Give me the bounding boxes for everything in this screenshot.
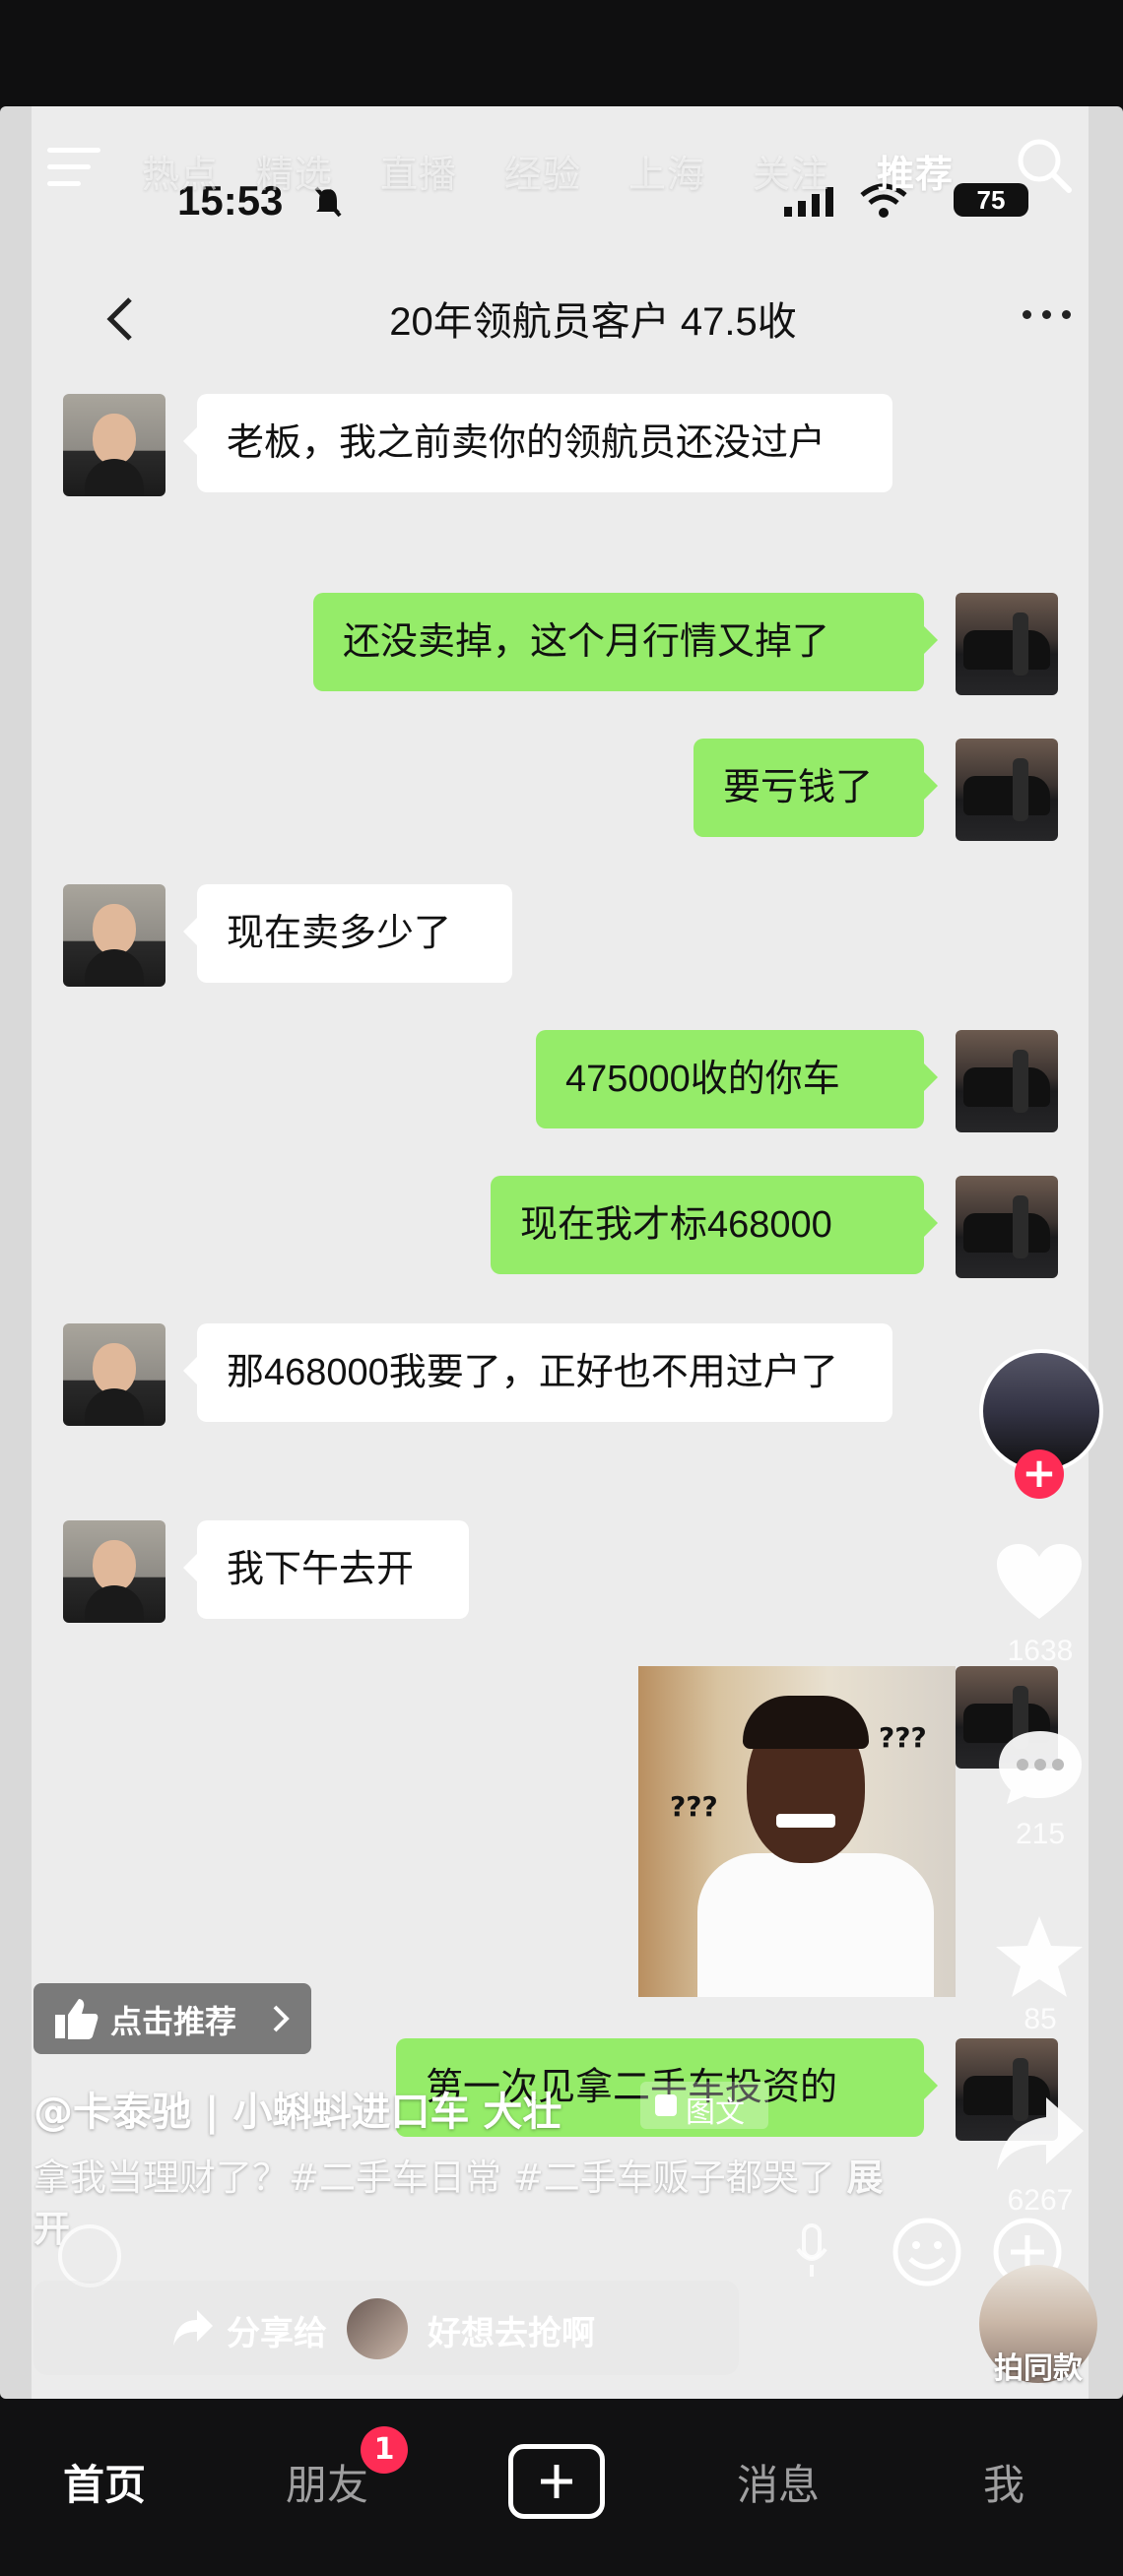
share-count: 6267	[1007, 2184, 1074, 2217]
star-icon[interactable]	[993, 1912, 1086, 2001]
favorite-count: 85	[1024, 2003, 1057, 2035]
self-avatar	[956, 1176, 1058, 1278]
microphone-icon[interactable]	[794, 2222, 829, 2281]
notification-badge: 1	[361, 2426, 408, 2474]
self-avatar	[956, 739, 1058, 841]
photo-text-badge: 图文	[640, 2082, 768, 2130]
contact-avatar	[63, 1520, 165, 1623]
tab-experience[interactable]: 经验	[504, 144, 581, 198]
tab-hot[interactable]: 热点	[142, 144, 219, 198]
message-bubble-right: 要亏钱了	[694, 739, 938, 837]
message-bubble-right: 475000收的你车	[536, 1030, 938, 1128]
message-bubble-right: 还没卖掉，这个月行情又掉了	[313, 593, 938, 691]
share-target: 好想去抢啊	[428, 2314, 595, 2353]
share-icon[interactable]	[995, 2093, 1086, 2174]
message-bubble-left: 现在卖多少了	[183, 884, 512, 983]
thumbs-up-icon	[55, 1999, 99, 2039]
recommend-label: 点击推荐	[110, 2003, 237, 2040]
tab-recommend[interactable]: 推荐	[877, 144, 954, 198]
comment-count: 215	[1015, 1818, 1066, 1850]
chat-title: 20年领航员客户 47.5收	[389, 300, 797, 344]
author-name[interactable]: @卡泰驰 | 小蝌蚪进口车 大壮	[33, 2080, 562, 2137]
like-count: 1638	[1007, 1635, 1074, 1667]
meme-sticker: ??? ???	[638, 1666, 956, 1997]
message-bubble-left: 我下午去开	[183, 1520, 469, 1619]
nav-messages[interactable]: 消息	[737, 2452, 820, 2512]
same-style-label[interactable]: 拍同款	[979, 2344, 1097, 2387]
tab-live[interactable]: 直播	[380, 144, 457, 198]
sticker-text: ???	[670, 1790, 718, 1823]
contact-avatar	[63, 394, 165, 496]
follow-button[interactable]: +	[1015, 1449, 1064, 1499]
self-avatar	[956, 593, 1058, 695]
comment-icon[interactable]	[995, 1727, 1086, 1806]
caption-text: 拿我当理财了？#二手车日常 #二手车贩子都哭了	[33, 2157, 835, 2199]
image-icon	[655, 2094, 677, 2116]
share-label: 分享给	[227, 2314, 327, 2353]
sticker-text: ???	[879, 1721, 927, 1754]
search-icon[interactable]	[1015, 136, 1074, 195]
message-bubble-right: 现在我才标468000	[491, 1176, 938, 1274]
friend-avatar	[347, 2298, 408, 2359]
nav-friends[interactable]: 朋友	[286, 2452, 368, 2512]
plus-icon	[541, 2465, 572, 2498]
share-arrow-icon	[173, 2310, 213, 2346]
chevron-right-icon	[273, 2005, 290, 2032]
chat-screenshot: 15:53 75 20年领航员客户 47.5收 老板，我之前卖你的领航员还没过户	[32, 106, 1089, 2399]
video-player[interactable]: 15:53 75 20年领航员客户 47.5收 老板，我之前卖你的领航员还没过户	[0, 106, 1123, 2399]
tab-featured[interactable]: 精选	[256, 144, 333, 198]
back-arrow-icon	[106, 297, 132, 341]
emoji-button-icon[interactable]	[891, 2216, 963, 2288]
share-bar[interactable]: 分享给 好想去抢啊	[33, 2281, 739, 2375]
video-caption: 拿我当理财了？#二手车日常 #二手车贩子都哭了 展开	[33, 2153, 900, 2255]
tab-shanghai[interactable]: 上海	[628, 144, 705, 198]
heart-icon[interactable]	[995, 1542, 1084, 1623]
nav-home[interactable]: 首页	[63, 2452, 146, 2512]
more-dots-icon	[1019, 305, 1078, 325]
message-bubble-left: 老板，我之前卖你的领航员还没过户	[183, 394, 892, 492]
create-button[interactable]	[508, 2444, 605, 2519]
contact-avatar	[63, 1323, 165, 1426]
recommend-chip[interactable]: 点击推荐	[33, 1983, 311, 2054]
self-avatar	[956, 1030, 1058, 1132]
message-bubble-left: 那468000我要了，正好也不用过户了	[183, 1323, 892, 1422]
contact-avatar	[63, 884, 165, 987]
photo-text-label: 图文	[686, 2095, 745, 2130]
nav-me[interactable]: 我	[983, 2452, 1024, 2512]
bottom-navigation: 首页 朋友 1 消息 我	[0, 2399, 1123, 2576]
menu-icon[interactable]	[47, 148, 100, 187]
tab-following[interactable]: 关注	[753, 144, 829, 198]
